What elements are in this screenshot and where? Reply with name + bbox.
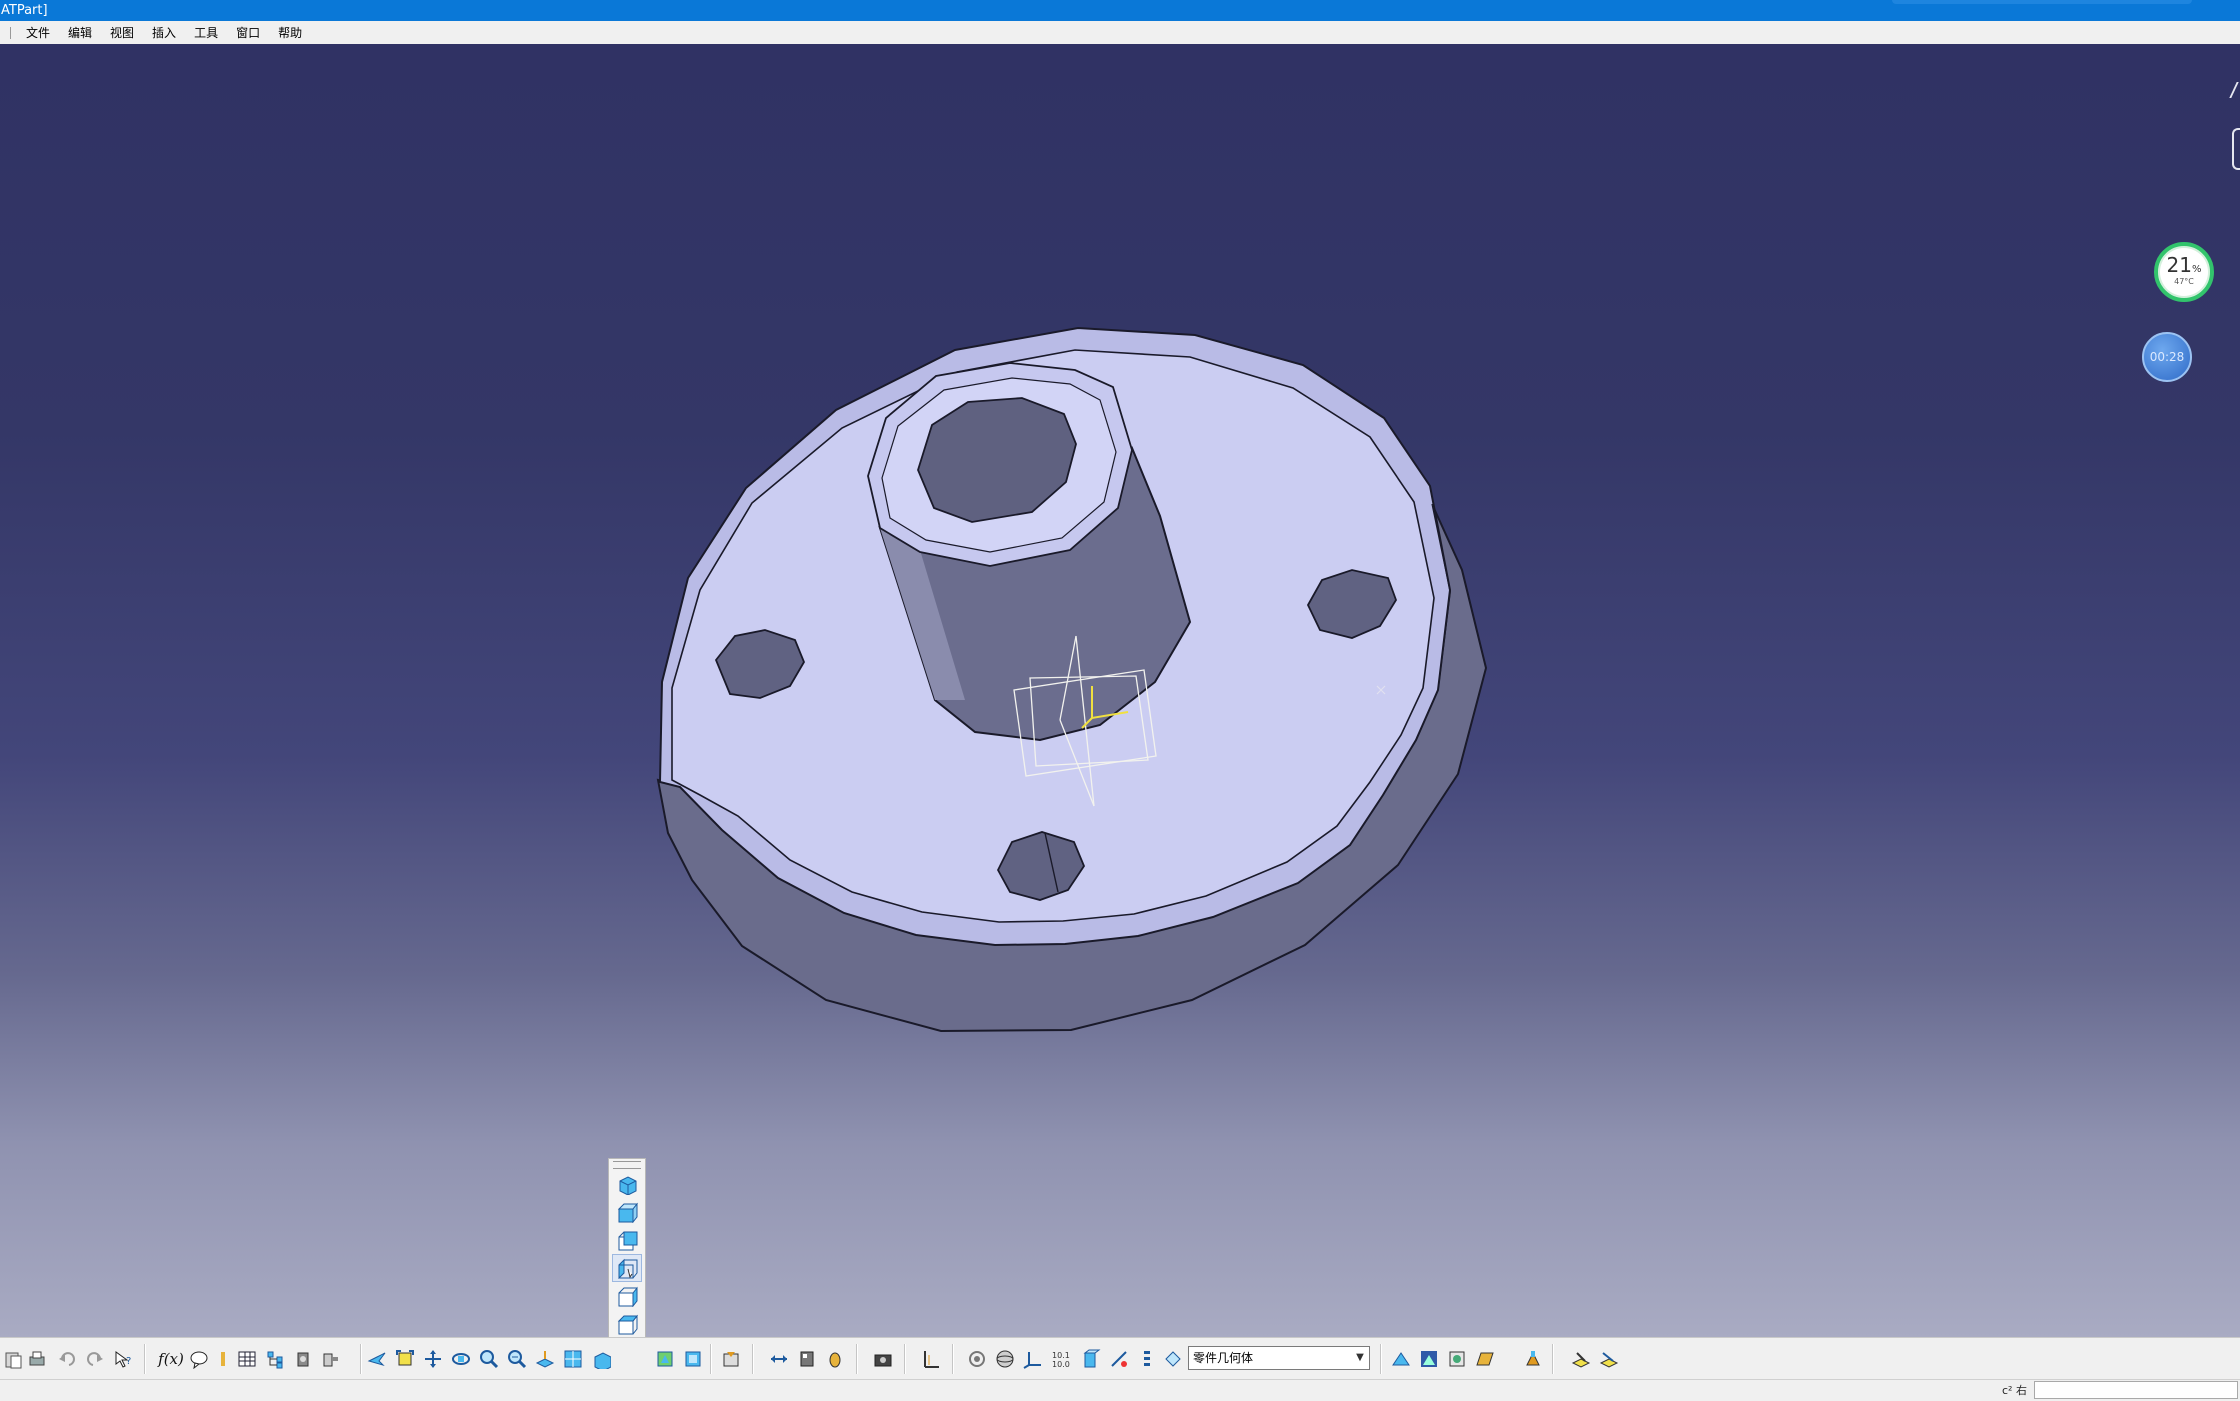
command-label: c² 右 <box>2002 1384 2027 1397</box>
parameters-icon[interactable] <box>290 1346 316 1372</box>
toolbar-separator <box>144 1344 145 1374</box>
fly-mode-icon[interactable] <box>364 1346 390 1372</box>
right-view-icon[interactable] <box>613 1283 641 1309</box>
front-view-icon[interactable] <box>613 1199 641 1225</box>
cpu-usage-gauge[interactable]: 21% 47°C <box>2154 242 2214 302</box>
svg-text:10.0: 10.0 <box>1052 1360 1070 1369</box>
menu-insert[interactable]: 插入 <box>143 22 185 44</box>
formula-label: f(x) <box>158 1350 184 1368</box>
measure-between-icon[interactable] <box>766 1346 792 1372</box>
part-model[interactable] <box>0 44 2240 1337</box>
whats-this-icon[interactable]: ? <box>110 1346 136 1372</box>
status-bar: c² 右 <box>0 1379 2240 1401</box>
body-select-value: 零件几何体 <box>1193 1351 1254 1365</box>
pan-icon[interactable] <box>420 1346 446 1372</box>
svg-text:10.1: 10.1 <box>1052 1351 1070 1360</box>
solid-icon[interactable] <box>1078 1346 1104 1372</box>
toolbar-separator-5 <box>856 1344 857 1374</box>
render-icon[interactable] <box>1416 1346 1442 1372</box>
comment-icon[interactable] <box>186 1346 212 1372</box>
quick-view-icon[interactable] <box>588 1346 614 1372</box>
toolbar-grip[interactable] <box>613 1161 641 1169</box>
light-icon[interactable] <box>1472 1346 1498 1372</box>
apply-material-icon[interactable] <box>1520 1346 1546 1372</box>
menu-view[interactable]: 视图 <box>101 22 143 44</box>
knowledge-icon[interactable] <box>210 1346 236 1372</box>
gauge-percent-sign: % <box>2191 264 2202 275</box>
hide-show-icon[interactable] <box>680 1346 706 1372</box>
toolbar-separator-9 <box>1552 1344 1553 1374</box>
body-icon[interactable] <box>1160 1346 1186 1372</box>
shading-icon[interactable] <box>652 1346 678 1372</box>
formula-icon[interactable]: f(x) <box>154 1346 188 1372</box>
tree-icon[interactable] <box>262 1346 288 1372</box>
back-view-icon[interactable] <box>613 1227 641 1253</box>
menu-bar: 文件 编辑 视图 插入 工具 窗口 帮助 <box>0 21 2240 45</box>
chevron-down-icon[interactable]: ▼ <box>1353 1347 1367 1369</box>
fit-all-icon[interactable] <box>392 1346 418 1372</box>
toolbar-separator-7 <box>952 1344 953 1374</box>
command-input[interactable] <box>2034 1381 2238 1399</box>
menu-file[interactable]: 文件 <box>17 22 59 44</box>
menu-tools[interactable]: 工具 <box>185 22 227 44</box>
window-title: ATPart] <box>1 3 48 18</box>
bottom-toolbar: ? f(x) 10.1 10.0 零件几何体 ▼ <box>0 1337 2240 1380</box>
body-select[interactable]: 零件几何体 ▼ <box>1188 1346 1370 1370</box>
scale-icon[interactable]: 10.1 10.0 <box>1048 1346 1074 1372</box>
capture-icon[interactable] <box>870 1346 896 1372</box>
list-icon[interactable] <box>1136 1346 1162 1372</box>
axis-icon[interactable] <box>918 1346 944 1372</box>
toolbar-separator-3 <box>710 1344 711 1374</box>
sphere-icon[interactable] <box>992 1346 1018 1372</box>
paste-icon[interactable] <box>0 1346 26 1372</box>
axis-system-icon[interactable] <box>1020 1346 1046 1372</box>
toolbar-separator-8 <box>1380 1344 1381 1374</box>
rule-icon[interactable] <box>1106 1346 1132 1372</box>
measure-item-icon[interactable] <box>794 1346 820 1372</box>
svg-text:?: ? <box>126 1356 131 1367</box>
save-print-icon[interactable] <box>24 1346 50 1372</box>
material-icon[interactable] <box>1388 1346 1414 1372</box>
specification-tree-handle[interactable] <box>2232 128 2240 170</box>
timer-bubble[interactable]: 00:28 <box>2142 332 2192 382</box>
toolbar-separator-2 <box>360 1344 361 1374</box>
normal-view-icon[interactable] <box>532 1346 558 1372</box>
environment-icon[interactable] <box>1444 1346 1470 1372</box>
menu-help[interactable]: 帮助 <box>269 22 311 44</box>
swept-icon[interactable] <box>964 1346 990 1372</box>
gauge-percent: 21 <box>2166 253 2192 277</box>
redo-icon[interactable] <box>82 1346 108 1372</box>
title-bar-right-controls <box>1892 0 2192 4</box>
gauge-temperature: 47°C <box>2174 277 2194 286</box>
menu-window[interactable]: 窗口 <box>227 22 269 44</box>
toolbar-separator-4 <box>752 1344 753 1374</box>
catalog-icon[interactable] <box>318 1346 344 1372</box>
positioned-sketch-icon[interactable] <box>1596 1346 1622 1372</box>
rotate-icon[interactable] <box>448 1346 474 1372</box>
isometric-view-icon[interactable] <box>613 1171 641 1197</box>
undo-icon[interactable] <box>54 1346 80 1372</box>
zoom-out-icon[interactable] <box>504 1346 530 1372</box>
3d-viewport[interactable] <box>0 44 2240 1337</box>
measure-inertia-icon[interactable] <box>822 1346 848 1372</box>
swap-visible-space-icon[interactable] <box>718 1346 744 1372</box>
multi-view-icon[interactable] <box>560 1346 586 1372</box>
top-view-icon[interactable] <box>613 1311 641 1337</box>
sketch-icon[interactable] <box>1568 1346 1594 1372</box>
title-bar: ATPart] <box>0 0 2240 21</box>
table-icon[interactable] <box>234 1346 260 1372</box>
toolbar-separator-6 <box>904 1344 905 1374</box>
menu-start-fragment[interactable] <box>0 26 11 39</box>
menu-edit[interactable]: 编辑 <box>59 22 101 44</box>
zoom-in-icon[interactable] <box>476 1346 502 1372</box>
left-view-icon[interactable] <box>612 1254 642 1282</box>
